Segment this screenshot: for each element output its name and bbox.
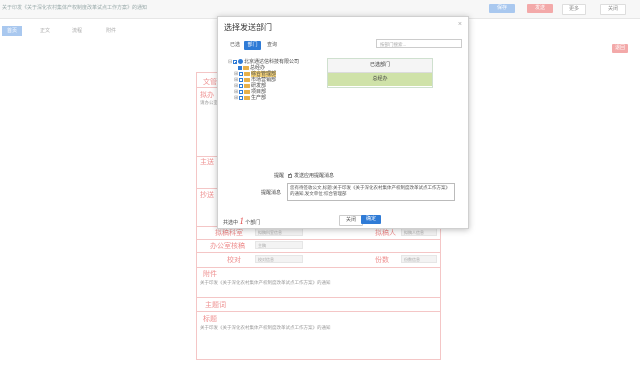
drafting-dept-label: 拟稿科室 <box>215 230 243 237</box>
remind-option[interactable]: 发送应用提醒消息 <box>288 172 334 179</box>
attachment-row: 附件 关于印发《关于深化农村集体产权制度改革试点工作方案》的通知 <box>197 267 440 298</box>
ok-button[interactable]: 确定 <box>361 215 381 224</box>
tree-item-label: 生产部 <box>251 95 267 101</box>
drafting-dept-input[interactable]: 拟稿科室信息 <box>255 228 303 236</box>
office-review-input[interactable]: 主稿 <box>255 241 303 249</box>
org-icon <box>238 59 243 65</box>
document-title: 关于印发《关于深化农村集体产权制度改革试点工作方案》的通知 <box>2 5 148 11</box>
send-button[interactable]: 发送 <box>527 4 553 13</box>
checkbox-icon[interactable] <box>239 71 243 76</box>
count-prefix: 共选中 <box>223 220 239 226</box>
chaosong-label: 抄送 <box>200 192 214 199</box>
checkbox-icon[interactable] <box>239 77 243 82</box>
office-review-label: 办公室核稿 <box>210 243 245 250</box>
zhusong-label: 主送 <box>200 159 214 166</box>
close-button[interactable]: 关闭 <box>600 4 626 15</box>
attachment-value: 关于印发《关于深化农村集体产权制度改革试点工作方案》的通知 <box>200 280 331 285</box>
message-textarea[interactable]: 您有待签收公文,标题:关于印发《关于深化农村集体产权制度改革试点工作方案》的通知… <box>287 183 455 201</box>
more-menu[interactable]: 更多 <box>562 4 586 15</box>
selected-header: 已选部门 <box>328 59 432 73</box>
cancel-button[interactable]: 关闭 <box>339 215 363 226</box>
checkbox-icon[interactable] <box>239 89 243 94</box>
return-tag[interactable]: 退回 <box>612 44 628 53</box>
tab-query[interactable]: 查询 <box>263 41 281 50</box>
attachment-label: 附件 <box>203 271 217 278</box>
drafter-input[interactable]: 拟稿人信息 <box>401 228 437 236</box>
checkbox-icon[interactable] <box>239 83 243 88</box>
tree-item-production[interactable]: ⊞ 生产部 <box>234 95 266 101</box>
remind-checkbox[interactable] <box>288 172 292 178</box>
close-icon[interactable]: × <box>458 21 462 28</box>
tab-flow[interactable]: 流程 <box>66 26 88 36</box>
folder-icon <box>243 65 249 70</box>
department-search-input[interactable]: 按部门搜索... <box>376 39 462 48</box>
checkbox-icon[interactable] <box>238 65 242 70</box>
keyword-row: 主题词 <box>197 297 440 312</box>
folder-icon <box>244 83 250 88</box>
wenguan-label: 文管 <box>203 79 217 86</box>
keyword-label: 主题词 <box>205 302 226 309</box>
folder-icon <box>244 95 250 100</box>
drafter-label: 拟稿人 <box>375 230 396 237</box>
dialog-title: 选择发送部门 <box>224 23 272 32</box>
checkbox-icon[interactable] <box>239 95 243 100</box>
proofread-input[interactable]: 校对信息 <box>255 255 303 263</box>
folder-icon <box>244 89 250 94</box>
copies-label: 份数 <box>375 257 389 264</box>
title-row: 标题 关于印发《关于深化农村集体产权制度改革试点工作方案》的通知 <box>197 311 440 359</box>
copies-input[interactable]: 份数信息 <box>401 255 437 263</box>
select-department-dialog: 选择发送部门 × 已选 部门 查询 按部门搜索... ⊟ 北京通达信科技有限公司 … <box>217 16 469 229</box>
count-suffix: 个部门 <box>245 220 261 226</box>
count-value: 1 <box>239 216 244 226</box>
title-value: 关于印发《关于深化农村集体产权制度改革试点工作方案》的通知 <box>200 325 331 330</box>
review-row: 办公室核稿 主稿 <box>197 239 440 253</box>
remind-label: 提醒 <box>274 173 285 179</box>
proofread-label: 校对 <box>227 257 241 264</box>
selected-item[interactable]: 总经办 <box>328 73 432 86</box>
message-label: 提醒消息 <box>261 190 282 196</box>
checkbox-icon[interactable] <box>233 59 237 64</box>
selected-departments-panel: 已选部门 总经办 <box>327 58 433 88</box>
tab-selected[interactable]: 已选 <box>226 41 244 50</box>
save-button[interactable]: 保存 <box>489 4 515 13</box>
title-label: 标题 <box>203 316 217 323</box>
selected-count: 共选中 1 个部门 <box>223 216 260 226</box>
folder-icon <box>244 77 250 82</box>
remind-option-label: 发送应用提醒消息 <box>294 173 335 179</box>
tab-body[interactable]: 正文 <box>34 26 56 36</box>
tab-department[interactable]: 部门 <box>244 41 261 50</box>
tab-home[interactable]: 首页 <box>2 26 22 36</box>
tab-attachment[interactable]: 附件 <box>100 26 122 36</box>
niban-label: 拟办 <box>200 92 214 99</box>
proofread-row: 校对 校对信息 份数 份数信息 <box>197 252 440 268</box>
folder-icon <box>244 71 250 76</box>
